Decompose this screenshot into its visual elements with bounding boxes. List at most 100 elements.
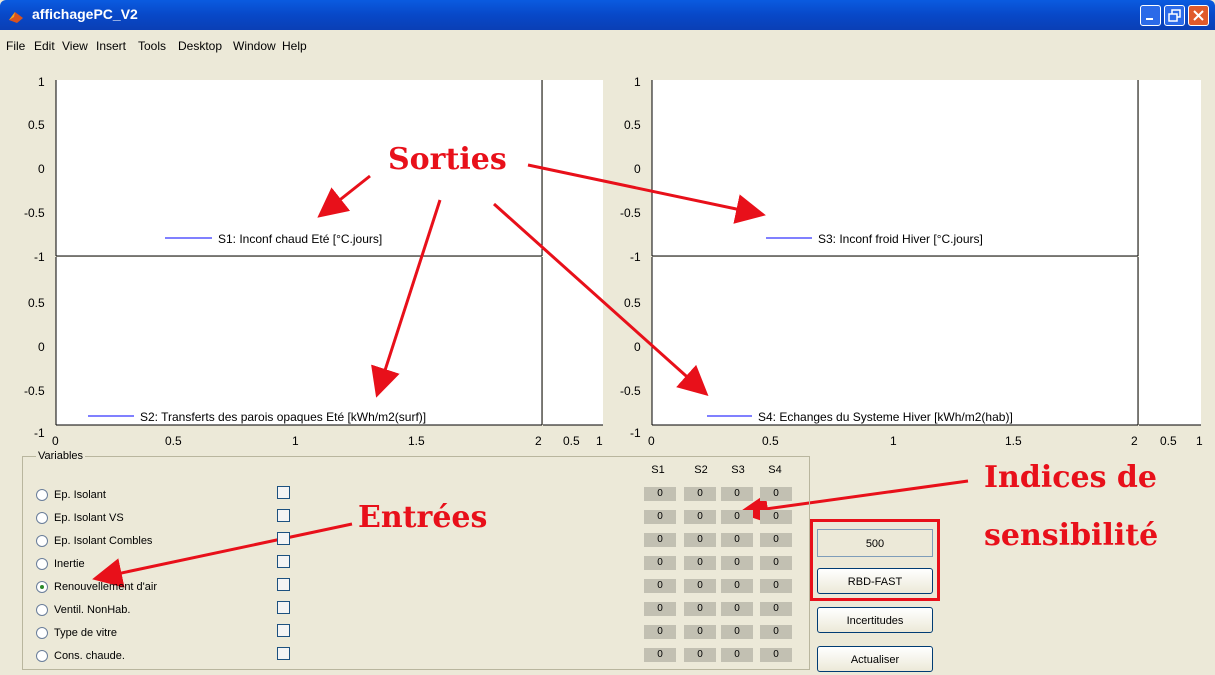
index-cell-s4: 0 (760, 602, 792, 616)
variable-label: Cons. chaude. (54, 650, 125, 662)
variable-radio[interactable] (36, 627, 48, 639)
ytick: 1 (634, 75, 641, 89)
variable-label: Inertie (54, 558, 85, 570)
variable-checkbox[interactable] (277, 647, 290, 660)
variables-legend: Variables (36, 450, 86, 462)
axes-s2[interactable] (55, 257, 543, 426)
variable-radio[interactable] (36, 650, 48, 662)
index-cell-s1: 0 (644, 602, 676, 616)
index-cell-s1: 0 (644, 556, 676, 570)
actualiser-button[interactable]: Actualiser (817, 646, 933, 672)
ytick: -1 (630, 426, 641, 440)
xtick: 0.5 (1160, 434, 1177, 448)
index-cell-s4: 0 (760, 510, 792, 524)
index-cell-s2: 0 (684, 510, 716, 524)
legend-s2: S2: Transferts des parois opaques Eté [k… (140, 410, 426, 424)
ytick: 1 (38, 75, 45, 89)
xtick: 0 (648, 434, 655, 448)
legend-s3: S3: Inconf froid Hiver [°C.jours] (818, 232, 983, 246)
ytick: 0.5 (624, 118, 641, 132)
index-cell-s4: 0 (760, 556, 792, 570)
index-cell-s1: 0 (644, 648, 676, 662)
col-header-s1: S1 (651, 464, 665, 476)
xtick: 1.5 (408, 434, 425, 448)
rbd-fast-button[interactable]: RBD-FAST (817, 568, 933, 594)
variable-label: Type de vitre (54, 627, 117, 639)
col-header-s2: S2 (694, 464, 708, 476)
index-cell-s1: 0 (644, 625, 676, 639)
variable-radio[interactable] (36, 512, 48, 524)
variable-label: Ep. Isolant (54, 489, 106, 501)
side-axes-left[interactable] (543, 80, 603, 425)
xtick: 2 (1131, 434, 1138, 448)
index-cell-s2: 0 (684, 487, 716, 501)
ytick: -1 (34, 426, 45, 440)
ytick: 0.5 (624, 296, 641, 310)
variable-checkbox[interactable] (277, 601, 290, 614)
variable-radio[interactable] (36, 489, 48, 501)
index-cell-s1: 0 (644, 533, 676, 547)
index-cell-s1: 0 (644, 579, 676, 593)
variable-checkbox[interactable] (277, 486, 290, 499)
xtick: 1 (1196, 434, 1203, 448)
ytick: 0 (634, 340, 641, 354)
variable-radio[interactable] (36, 604, 48, 616)
xtick: 1 (292, 434, 299, 448)
samples-input[interactable]: 500 (817, 529, 933, 557)
annotation-sorties: Sorties (388, 142, 507, 177)
variable-label: Ep. Isolant VS (54, 512, 124, 524)
index-cell-s4: 0 (760, 648, 792, 662)
variable-label: Ventil. NonHab. (54, 604, 131, 616)
xtick: 1 (596, 434, 603, 448)
index-cell-s2: 0 (684, 648, 716, 662)
index-cell-s4: 0 (760, 487, 792, 501)
variable-row: Renouvellement d'air 0 0 0 0 (34, 578, 804, 598)
index-cell-s2: 0 (684, 556, 716, 570)
variable-row: Type de vitre 0 0 0 0 (34, 624, 804, 644)
variable-label: Ep. Isolant Combles (54, 535, 153, 547)
col-header-s4: S4 (768, 464, 782, 476)
ytick: -0.5 (24, 206, 45, 220)
side-axes-right[interactable] (1139, 80, 1201, 425)
ytick: 0 (634, 162, 641, 176)
variable-row: Cons. chaude. 0 0 0 0 (34, 647, 804, 667)
index-cell-s1: 0 (644, 487, 676, 501)
xtick: 0.5 (165, 434, 182, 448)
index-cell-s3: 0 (721, 579, 753, 593)
variable-radio[interactable] (36, 581, 48, 593)
ytick: 0 (38, 340, 45, 354)
variable-row: Ep. Isolant Combles 0 0 0 0 (34, 532, 804, 552)
index-cell-s2: 0 (684, 625, 716, 639)
index-cell-s4: 0 (760, 579, 792, 593)
ytick: -0.5 (620, 206, 641, 220)
variable-row: Ventil. NonHab. 0 0 0 0 (34, 601, 804, 621)
incertitudes-button[interactable]: Incertitudes (817, 607, 933, 633)
index-cell-s3: 0 (721, 625, 753, 639)
variable-checkbox[interactable] (277, 532, 290, 545)
index-cell-s2: 0 (684, 579, 716, 593)
annotation-indices-line2: sensibilité (984, 518, 1159, 553)
variable-radio[interactable] (36, 535, 48, 547)
index-cell-s3: 0 (721, 533, 753, 547)
xtick: 0.5 (563, 434, 580, 448)
xtick: 1 (890, 434, 897, 448)
xtick: 0.5 (762, 434, 779, 448)
index-cell-s2: 0 (684, 533, 716, 547)
axes-s4[interactable] (651, 257, 1139, 426)
col-header-s3: S3 (731, 464, 745, 476)
legend-s4: S4: Echanges du Systeme Hiver [kWh/m2(ha… (758, 410, 1013, 424)
variable-radio[interactable] (36, 558, 48, 570)
variable-checkbox[interactable] (277, 509, 290, 522)
variable-row: Ep. Isolant 0 0 0 0 (34, 486, 804, 506)
index-cell-s2: 0 (684, 602, 716, 616)
axes-s3[interactable] (651, 80, 1139, 257)
variable-row: Inertie 0 0 0 0 (34, 555, 804, 575)
variable-checkbox[interactable] (277, 555, 290, 568)
ytick: -0.5 (620, 384, 641, 398)
variable-checkbox[interactable] (277, 578, 290, 591)
variable-checkbox[interactable] (277, 624, 290, 637)
ytick: -1 (630, 250, 641, 264)
index-cell-s1: 0 (644, 510, 676, 524)
variable-row: Ep. Isolant VS 0 0 0 0 (34, 509, 804, 529)
legend-s1: S1: Inconf chaud Eté [°C.jours] (218, 232, 382, 246)
